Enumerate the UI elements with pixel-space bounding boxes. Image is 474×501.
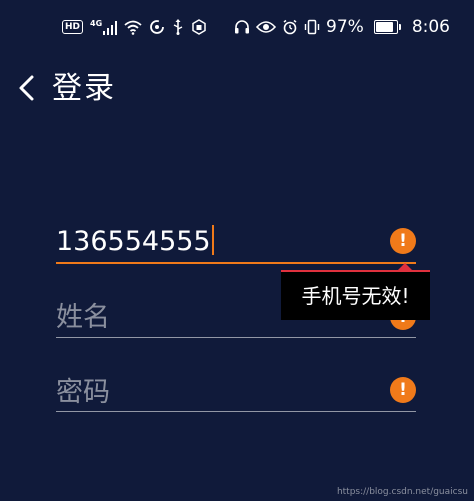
phone-field-underline (56, 262, 416, 264)
phone-input[interactable]: 136554555 (56, 225, 214, 259)
usb-icon (173, 19, 183, 35)
text-cursor (211, 225, 214, 255)
page-title: 登录 (52, 71, 116, 106)
watermark: https://blog.csdn.net/guaicsu (336, 487, 468, 497)
app-header: 登录 (0, 62, 474, 116)
status-left-icons: HD 4G (62, 18, 207, 36)
signal-bars-icon (103, 21, 118, 35)
headset-icon (235, 20, 250, 34)
chevron-left-icon (19, 75, 34, 101)
error-circle-icon: ! (390, 377, 416, 403)
password-input-placeholder[interactable]: 密码 (56, 376, 110, 410)
battery-percent: 97% (326, 17, 364, 37)
clock: 8:06 (411, 17, 450, 37)
eye-comfort-icon (256, 21, 277, 33)
status-bar: HD 4G 97% 8:06 (0, 0, 474, 52)
alarm-icon (283, 19, 297, 35)
name-field-underline (56, 337, 416, 338)
hd-icon: HD (62, 20, 84, 34)
back-button[interactable] (10, 70, 46, 106)
name-input-placeholder[interactable]: 姓名 (56, 301, 110, 335)
password-field-underline (56, 411, 416, 412)
battery-icon (373, 20, 401, 34)
password-field[interactable]: 密码 ! (56, 373, 416, 417)
phone-input-value: 136554555 (56, 226, 211, 257)
data-saver-icon (150, 20, 165, 34)
battery-level-fill (375, 22, 394, 32)
vibrate-icon (304, 19, 320, 35)
network-type-label: 4G (90, 19, 103, 28)
error-circle-icon: ! (390, 228, 416, 254)
cellular-signal-icon: 4G (90, 19, 118, 35)
phone-field[interactable]: 136554555 ! (56, 222, 416, 266)
error-tooltip-message: 手机号无效! (301, 284, 410, 308)
error-tooltip: 手机号无效! (281, 270, 430, 320)
wifi-icon (124, 20, 142, 35)
status-right-icons: 97% 8:06 (234, 16, 450, 38)
app-notification-icon (192, 19, 206, 35)
